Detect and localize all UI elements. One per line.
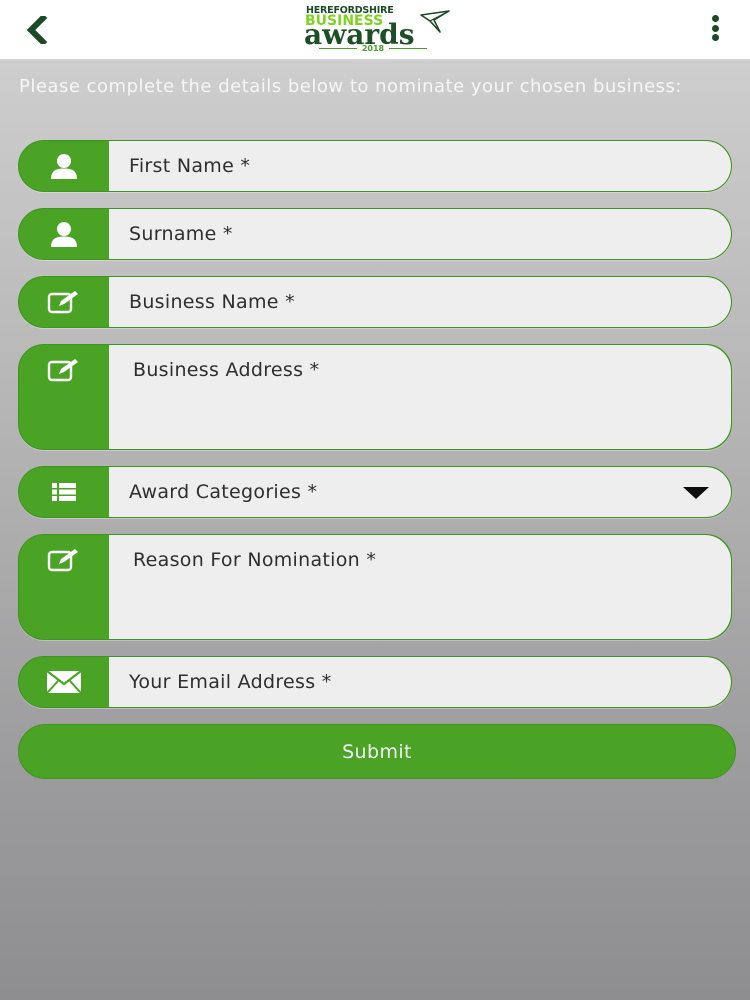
business-name-icon-area	[19, 277, 109, 327]
list-icon	[52, 483, 76, 501]
reason-for-nomination-field[interactable]: Reason For Nomination *	[18, 534, 732, 640]
email-icon-area	[19, 657, 109, 707]
business-name-field[interactable]: Business Name *	[18, 276, 732, 328]
reason-for-nomination-placeholder: Reason For Nomination *	[133, 549, 377, 571]
person-icon	[51, 222, 77, 247]
award-categories-selected: Award Categories *	[129, 481, 318, 503]
business-address-field[interactable]: Business Address *	[18, 344, 732, 450]
first-name-placeholder: First Name *	[129, 155, 251, 177]
first-name-icon-area	[19, 141, 109, 191]
star-icon	[420, 10, 450, 33]
surname-input[interactable]: Surname *	[109, 209, 731, 259]
herefordshire-business-awards-logo: HEREFORDSHIRE BUSINESS awards 2018	[300, 6, 456, 54]
edit-icon	[47, 549, 78, 572]
business-name-placeholder: Business Name *	[129, 291, 295, 313]
back-button[interactable]	[18, 12, 54, 48]
business-address-placeholder: Business Address *	[133, 359, 320, 381]
business-name-input[interactable]: Business Name *	[109, 277, 731, 327]
edit-icon	[47, 291, 78, 314]
edit-icon	[47, 359, 78, 382]
award-categories-dropdown[interactable]: Award Categories *	[109, 467, 731, 517]
app-header: HEREFORDSHIRE BUSINESS awards 2018	[0, 0, 750, 60]
person-icon	[51, 154, 77, 179]
award-categories-select[interactable]: Award Categories *	[18, 466, 732, 518]
email-field[interactable]: Your Email Address *	[18, 656, 732, 708]
business-address-textarea[interactable]: Business Address *	[109, 345, 731, 449]
chevron-left-icon	[26, 16, 48, 44]
first-name-field[interactable]: First Name *	[18, 140, 732, 192]
first-name-input[interactable]: First Name *	[109, 141, 731, 191]
menu-dot-icon	[711, 24, 719, 32]
surname-icon-area	[19, 209, 109, 259]
award-categories-icon-area	[19, 467, 109, 517]
menu-dot-icon	[711, 34, 719, 41]
reason-icon-area	[19, 535, 109, 585]
surname-field[interactable]: Surname *	[18, 208, 732, 260]
business-address-icon-area	[19, 345, 109, 395]
submit-button[interactable]: Submit	[18, 724, 736, 779]
email-placeholder: Your Email Address *	[129, 671, 332, 693]
envelope-icon	[46, 670, 82, 694]
reason-for-nomination-textarea[interactable]: Reason For Nomination *	[109, 535, 731, 639]
surname-placeholder: Surname *	[129, 223, 233, 245]
dropdown-arrow-icon[interactable]	[683, 487, 709, 499]
intro-text: Please complete the details below to nom…	[19, 76, 682, 97]
email-input[interactable]: Your Email Address *	[109, 657, 731, 707]
logo-year: 2018	[300, 45, 446, 53]
menu-dot-icon	[711, 15, 719, 22]
overflow-menu-button[interactable]	[700, 12, 730, 44]
